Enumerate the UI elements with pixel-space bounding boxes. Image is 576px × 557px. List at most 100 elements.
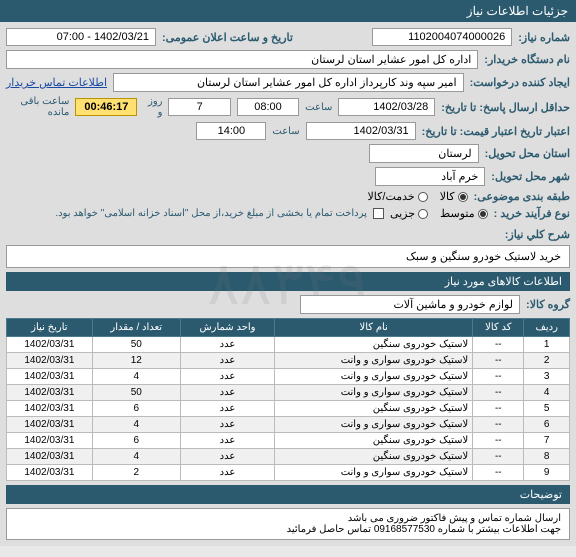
city-label: شهر محل تحویل: [491, 170, 570, 183]
table-row: 9--لاستیک خودروی سواری و وانتعدد21402/03… [7, 465, 570, 481]
cat-service-option[interactable]: خدمت/کالا [368, 190, 428, 203]
th-qty: تعداد / مقدار [92, 319, 180, 337]
table-cell: 5 [524, 401, 570, 417]
table-row: 3--لاستیک خودروی سواری و وانتعدد41402/03… [7, 369, 570, 385]
main-content: ۸۸۳۴۹ شماره نیاز: 1102004074000026 تاریخ… [0, 22, 576, 546]
table-cell: 50 [92, 337, 180, 353]
province-label: استان محل تحویل: [485, 147, 570, 160]
deadline-label: حداقل ارسال پاسخ: تا تاریخ: [441, 101, 570, 114]
table-cell: 3 [524, 369, 570, 385]
table-cell: لاستیک خودروی سنگین [275, 337, 473, 353]
bt-partial-label: جزیی [390, 207, 415, 220]
need-no-label: شماره نیاز: [518, 31, 570, 44]
cat-service-label: خدمت/کالا [368, 190, 415, 203]
goods-table: ردیف کد کالا نام کالا واحد شمارش تعداد /… [6, 318, 570, 481]
table-cell: عدد [180, 433, 274, 449]
days-unit: روز و [143, 96, 162, 118]
table-cell: -- [473, 465, 524, 481]
table-cell: 1402/03/31 [7, 369, 93, 385]
radio-icon [418, 209, 428, 219]
time-label-2: ساعت [272, 126, 299, 137]
need-no-value: 1102004074000026 [372, 28, 512, 46]
th-name: نام کالا [275, 319, 473, 337]
note-line-2: جهت اطلاعات بیشتر با شماره 09168577530 ت… [15, 524, 561, 535]
buy-type-radios: متوسط جزیی [390, 207, 488, 220]
radio-icon [478, 209, 488, 219]
radio-icon [418, 192, 428, 202]
contact-link[interactable]: اطلاعات تماس خریدار [6, 76, 107, 89]
table-cell: عدد [180, 417, 274, 433]
table-cell: لاستیک خودروی سنگین [275, 433, 473, 449]
radio-icon [458, 192, 468, 202]
deadline-date: 1402/03/28 [338, 98, 435, 116]
table-row: 8--لاستیک خودروی سنگینعدد41402/03/31 [7, 449, 570, 465]
table-cell: -- [473, 353, 524, 369]
bt-partial-option[interactable]: جزیی [390, 207, 428, 220]
table-cell: -- [473, 449, 524, 465]
table-cell: 4 [92, 449, 180, 465]
validity-time: 14:00 [196, 122, 266, 140]
bt-medium-label: متوسط [440, 207, 475, 220]
table-cell: 1402/03/31 [7, 433, 93, 449]
table-header-row: ردیف کد کالا نام کالا واحد شمارش تعداد /… [7, 319, 570, 337]
summary-text: خرید لاستیک خودرو سنگین و سبک [406, 251, 561, 263]
table-cell: -- [473, 369, 524, 385]
summary-label: شرح کلي نیاز: [505, 228, 570, 241]
cat-goods-label: کالا [440, 190, 455, 203]
group-value: لوازم خودرو و ماشین آلات [300, 295, 520, 314]
table-cell: 1402/03/31 [7, 417, 93, 433]
table-cell: لاستیک خودروی سواری و وانت [275, 369, 473, 385]
table-row: 4--لاستیک خودروی سواری و وانتعدد501402/0… [7, 385, 570, 401]
table-cell: 50 [92, 385, 180, 401]
table-cell: 4 [524, 385, 570, 401]
window-header: جزئیات اطلاعات نیاز [0, 0, 576, 22]
table-cell: 6 [524, 417, 570, 433]
partial-note: پرداخت تمام یا بخشی از مبلغ خرید،از محل … [55, 208, 367, 219]
buyer-org-label: نام دستگاه خریدار: [484, 53, 570, 66]
table-cell: لاستیک خودروی سنگین [275, 401, 473, 417]
table-cell: عدد [180, 401, 274, 417]
table-cell: 4 [92, 417, 180, 433]
treasury-checkbox[interactable] [373, 208, 384, 219]
group-label: گروه کالا: [526, 298, 570, 311]
table-cell: 7 [524, 433, 570, 449]
announce-value: 1402/03/21 - 07:00 [6, 28, 156, 46]
table-cell: 9 [524, 465, 570, 481]
table-cell: 1402/03/31 [7, 385, 93, 401]
category-label: طبقه بندی موضوعی: [474, 190, 570, 203]
window-title: جزئیات اطلاعات نیاز [467, 4, 568, 18]
table-cell: 12 [92, 353, 180, 369]
bt-medium-option[interactable]: متوسط [440, 207, 488, 220]
goods-section-title: اطلاعات کالاهای مورد نیاز [6, 272, 570, 291]
table-row: 7--لاستیک خودروی سنگینعدد61402/03/31 [7, 433, 570, 449]
table-cell: لاستیک خودروی سواری و وانت [275, 385, 473, 401]
table-cell: -- [473, 337, 524, 353]
table-cell: لاستیک خودروی سواری و وانت [275, 417, 473, 433]
table-row: 1--لاستیک خودروی سنگینعدد501402/03/31 [7, 337, 570, 353]
table-cell: عدد [180, 385, 274, 401]
summary-box: خرید لاستیک خودرو سنگین و سبک [6, 245, 570, 268]
table-cell: 1402/03/31 [7, 449, 93, 465]
notes-section-title: توضیحات [6, 485, 570, 504]
requester-label: ایجاد کننده درخواست: [470, 76, 570, 89]
validity-date: 1402/03/31 [306, 122, 416, 140]
cat-goods-option[interactable]: کالا [440, 190, 468, 203]
buyer-org-value: اداره کل امور عشایر استان لرستان [6, 50, 478, 69]
time-label-1: ساعت [305, 102, 332, 113]
countdown-unit: ساعت باقی مانده [6, 96, 69, 118]
table-cell: -- [473, 401, 524, 417]
table-row: 6--لاستیک خودروی سواری و وانتعدد41402/03… [7, 417, 570, 433]
table-cell: عدد [180, 369, 274, 385]
table-cell: -- [473, 385, 524, 401]
table-cell: 4 [92, 369, 180, 385]
deadline-time: 08:00 [237, 98, 299, 116]
table-cell: 2 [524, 353, 570, 369]
th-date: تاریخ نیاز [7, 319, 93, 337]
table-cell: عدد [180, 465, 274, 481]
table-cell: عدد [180, 337, 274, 353]
countdown-timer: 00:46:17 [75, 98, 137, 116]
table-cell: 8 [524, 449, 570, 465]
table-row: 5--لاستیک خودروی سنگینعدد61402/03/31 [7, 401, 570, 417]
notes-box: ارسال شماره تماس و پیش فاکتور ضروری می ب… [6, 508, 570, 540]
table-cell: 1 [524, 337, 570, 353]
